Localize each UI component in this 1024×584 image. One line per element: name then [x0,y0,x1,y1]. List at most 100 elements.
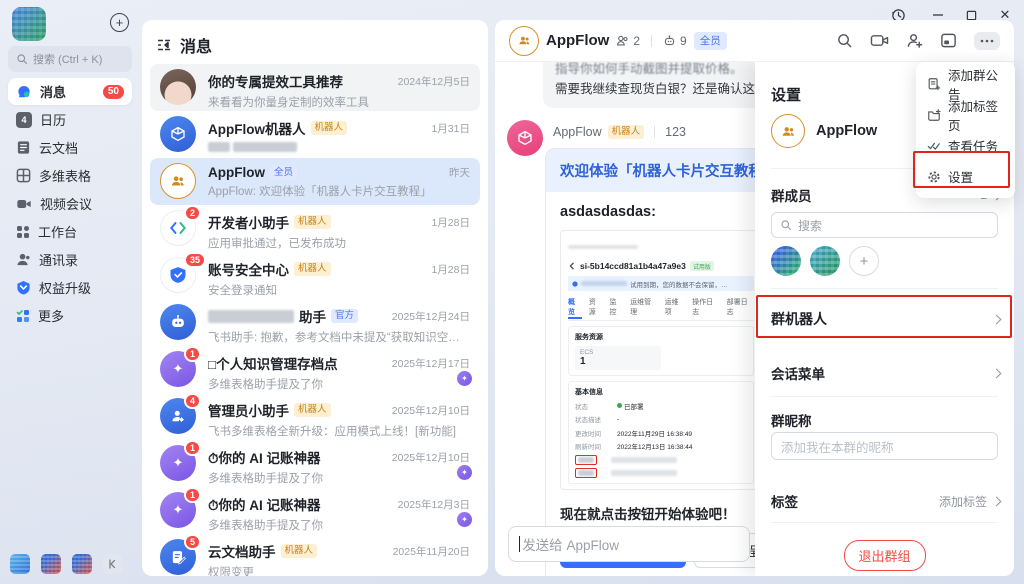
card-title: 欢迎体验「机器人卡片交互教程」 [546,149,757,192]
conversation-item[interactable]: 2 开发者小助手 机器人 1月28日 应用审批通过，已发布成功 [150,205,480,252]
leave-group-button[interactable]: 退出群组 [843,540,925,571]
conversation-time: 2025年12月3日 [398,497,470,512]
nickname-input[interactable]: 添加我在本群的昵称 [771,432,998,460]
calendar-icon: 4 [16,112,32,128]
conversation-name: 管理员小助手 [208,400,289,420]
group-name: AppFlow [816,123,877,139]
member-avatar[interactable] [771,246,801,276]
sidebar-item-label: 通讯录 [39,250,78,269]
sidebar-item-workplace[interactable]: 工作台 [8,218,132,245]
conversation-time: 昨天 [449,165,470,180]
conversation-name: AppFlow机器人 [208,118,306,138]
avatar [160,163,196,199]
open-in-tab-icon[interactable] [940,32,957,49]
sidebar-item-calendar[interactable]: 4 日历 [8,106,132,133]
sender-name[interactable]: AppFlow [553,125,602,139]
conversation-item[interactable]: 35 账号安全中心 机器人 1月28日 安全登录通知 [150,252,480,299]
official-tag: 官方 [331,309,358,323]
conversation-time: 2025年12月17日 [392,356,470,371]
resource-value: 1 [580,356,656,367]
sidebar-item-label: 消息 [40,82,66,101]
conversation-name: 你的专属提效工具推荐 [208,71,343,91]
unread-count-badge: 5 [184,534,201,550]
banner-text: 试用到期，您的数据不会保留，请注意备份。 [630,279,728,289]
workplace-grid-icon [16,225,30,239]
conversation-preview: 安全登录通知 [208,282,470,298]
add-member-icon[interactable] [906,32,923,49]
info-label: 状态 [575,401,617,411]
session-menu-row[interactable]: 会话菜单 [771,358,1000,388]
sidebar-item-docs[interactable]: 云文档 [8,134,132,161]
message-list-panel: 消息 你的专属提效工具推荐 2024年12月5日 来看看为你量身定制的效率工具 … [142,20,488,576]
message-input[interactable]: 发送给 AppFlow [508,526,750,562]
tags-row[interactable]: 标签 添加标签 [771,486,1000,516]
conversation-name: 云文档助手 [208,541,276,561]
avatar [160,304,196,340]
member-search-input[interactable]: 搜索 [771,212,998,238]
input-placeholder: 添加我在本群的昵称 [781,437,894,456]
bot-count[interactable]: 9 [663,34,687,48]
dock-app-icon[interactable] [41,554,61,574]
tab: 部署日志 [727,297,754,317]
sidebar-item-label: 权益升级 [39,278,91,297]
video-call-icon[interactable] [870,32,889,49]
add-tag-action[interactable]: 添加标签 [939,493,987,510]
group-info-row[interactable]: AppFlow [771,114,877,148]
conversation-item[interactable]: 你的专属提效工具推荐 2024年12月5日 来看看为你量身定制的效率工具 [150,64,480,111]
sidebar-item-messages[interactable]: 消息 50 [8,78,132,105]
annotation-box-settings [913,151,1010,188]
search-icon [16,53,28,65]
member-avatar[interactable] [810,246,840,276]
add-button[interactable]: + [110,13,129,32]
tab: 监控 [609,297,623,317]
conversation-item[interactable]: ✦ 1 ⏱你的 AI 记账神器 2025年12月10日 多维表格助手提及了你 ✦ [150,440,480,487]
group-avatar[interactable] [509,26,539,56]
panel-title: 基本信息 [575,387,747,397]
search-placeholder: 搜索 [798,217,822,234]
dock-app-icon[interactable] [72,554,92,574]
sidebar-item-base[interactable]: 多维表格 [8,162,132,189]
avatar [160,116,196,152]
unread-count-badge: 1 [184,487,201,503]
search-in-chat-icon[interactable] [836,32,853,49]
add-tab-icon [927,108,941,122]
conversation-item[interactable]: 4 管理员小助手 机器人 2025年12月10日 飞书多维表格全新升级：应用模式… [150,393,480,440]
conversation-item[interactable]: AppFlow机器人 机器人 1月31日 [150,111,480,158]
menu-item-add-announcement[interactable]: 添加群公告 [916,68,1015,99]
text-caret [519,536,520,552]
base-assistant-badge-icon: ✦ [457,512,472,527]
filter-list-icon[interactable] [156,37,172,53]
divider [654,126,655,138]
sidebar-item-label: 日历 [40,110,66,129]
sidebar-item-contacts[interactable]: 通讯录 [8,246,132,273]
embedded-screenshot: si-5b14ccd81a1b4a47a9e3 试用版 试用到期，您的数据不会保… [560,230,757,490]
sidebar-nav: 消息 50 4 日历 云文档 多维表格 视频会议 工作台 [8,78,132,329]
conversation-preview: 权限变更 [208,564,470,576]
add-member-button[interactable]: + [849,246,879,276]
conversation-preview: AppFlow: 欢迎体验「机器人卡片交互教程」 [208,183,470,199]
more-actions-button[interactable] [974,32,1000,50]
dock-collapse-button[interactable] [103,554,123,574]
bot-avatar[interactable] [507,120,543,156]
resource-label: ECS [580,349,656,356]
conversation-time: 2024年12月5日 [398,74,470,89]
conversation-item[interactable]: ✦ 1 ⏱你的 AI 记账神器 2025年12月3日 多维表格助手提及了你 ✦ [150,487,480,534]
member-count[interactable]: 2 [616,34,640,48]
menu-item-add-tab[interactable]: 添加标签页 [916,99,1015,130]
dock-app-icon[interactable] [10,554,30,574]
conversation-item[interactable]: 助手 官方 2025年12月24日 飞书助手: 抱歉，参考文档中未提及“获取知识… [150,299,480,346]
conversation-time: 2025年12月10日 [392,403,470,418]
sidebar-item-upgrade[interactable]: 权益升级 [8,274,132,301]
sidebar-item-video[interactable]: 视频会议 [8,190,132,217]
masked-name [208,310,294,323]
conversation-item-selected[interactable]: AppFlow 全员 昨天 AppFlow: 欢迎体验「机器人卡片交互教程」 [150,158,480,205]
divider [771,522,998,523]
conversation-item[interactable]: 5 云文档助手 机器人 2025年11月20日 权限变更 [150,534,480,576]
basic-info-panel: 基本信息 状态已部署 状态描述- 更改时间2022年11月29日 16:38:4… [568,381,754,484]
sidebar-item-more[interactable]: 更多 [8,302,132,329]
chat-message-area[interactable]: 指导你如何手动截图并提取价格。 需要我继续查现货白银？还是确认这只股 AppFl… [495,62,757,576]
grid-table-icon [16,168,31,183]
global-search-input[interactable]: 搜索 (Ctrl + K) [8,46,132,72]
conversation-time: 1月28日 [431,262,470,277]
conversation-item[interactable]: ✦ 1 □个人知识管理存档点 2025年12月17日 多维表格助手提及了你 ✦ [150,346,480,393]
